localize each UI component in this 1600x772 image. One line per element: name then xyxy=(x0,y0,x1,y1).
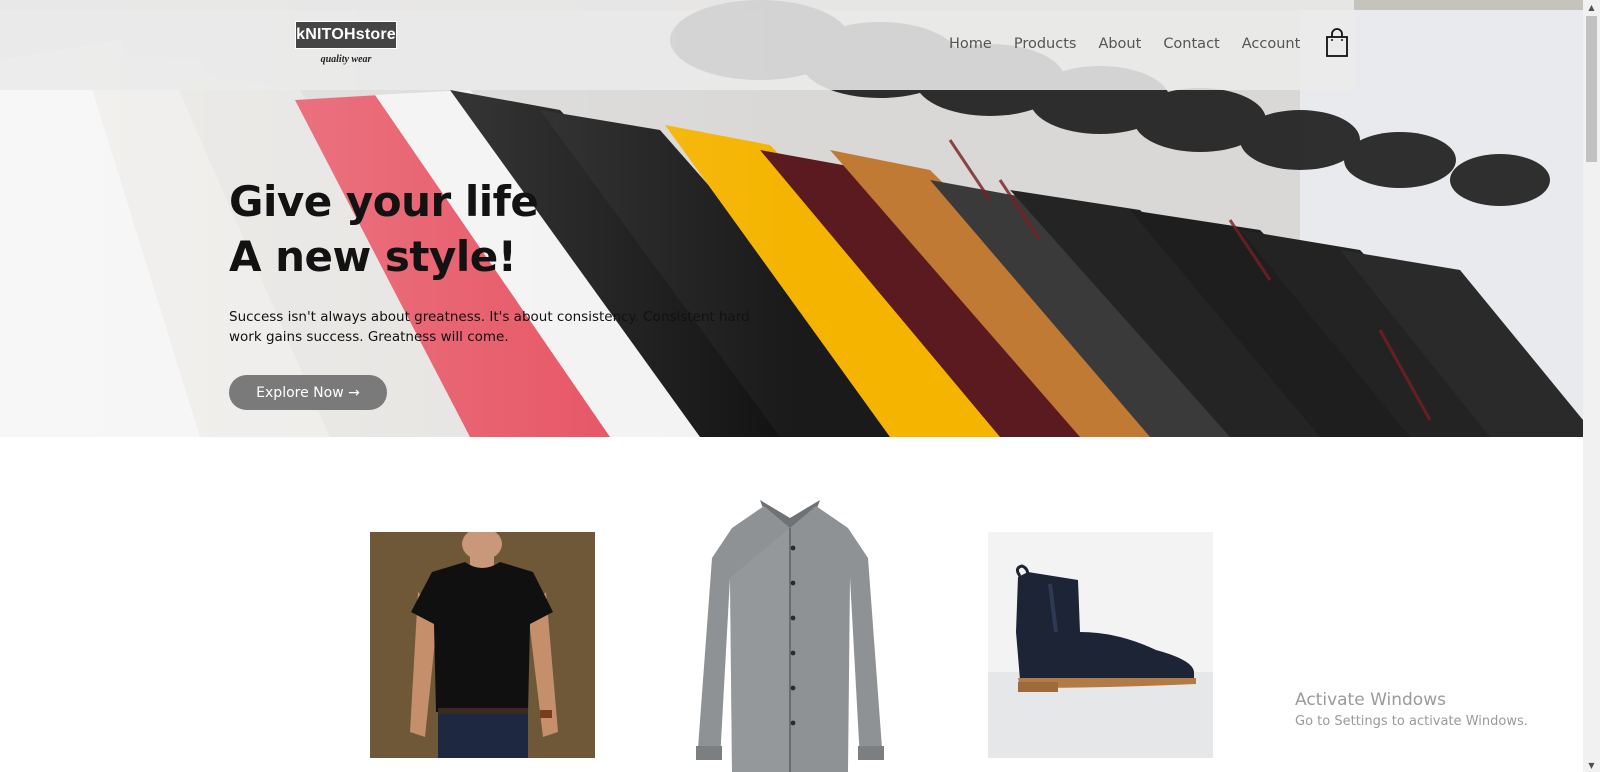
watermark-subtitle: Go to Settings to activate Windows. xyxy=(1295,714,1528,729)
scroll-up-arrow-icon[interactable]: ▲ xyxy=(1583,0,1600,14)
main-nav: Home Products About Contact Account xyxy=(949,36,1322,52)
vertical-scrollbar[interactable]: ▲ ▼ xyxy=(1583,0,1600,772)
product-shirt-image[interactable] xyxy=(672,498,908,772)
product-tshirt-image[interactable] xyxy=(370,532,595,758)
hero-description: Success isn't always about greatness. It… xyxy=(229,309,750,345)
product-boot-image[interactable] xyxy=(988,532,1213,758)
brand-tagline: quality wear xyxy=(320,54,372,65)
nav-item-products[interactable]: Products xyxy=(1014,36,1077,52)
scroll-down-arrow-icon[interactable]: ▼ xyxy=(1583,758,1600,772)
explore-now-button[interactable]: Explore Now → xyxy=(229,375,387,410)
hero-title-line1: Give your life xyxy=(229,177,539,226)
scrollbar-thumb[interactable] xyxy=(1586,16,1597,162)
hero-title-line2: A new style! xyxy=(229,232,517,281)
nav-item-home[interactable]: Home xyxy=(949,36,992,52)
nav-item-contact[interactable]: Contact xyxy=(1163,36,1219,52)
brand-logo[interactable]: kNITOHstore xyxy=(295,21,397,49)
hero-title: Give your life A new style! xyxy=(229,174,749,284)
nav-item-account[interactable]: Account xyxy=(1242,36,1301,52)
nav-item-about[interactable]: About xyxy=(1098,36,1141,52)
shopping-bag-icon[interactable] xyxy=(1325,28,1349,58)
top-navbar: kNITOHstore quality wear Home Products A… xyxy=(0,0,1354,90)
brand-logo-text: kNITOHstore xyxy=(296,26,396,43)
windows-activation-watermark: Activate Windows Go to Settings to activ… xyxy=(1295,689,1528,731)
watermark-title: Activate Windows xyxy=(1295,690,1446,710)
